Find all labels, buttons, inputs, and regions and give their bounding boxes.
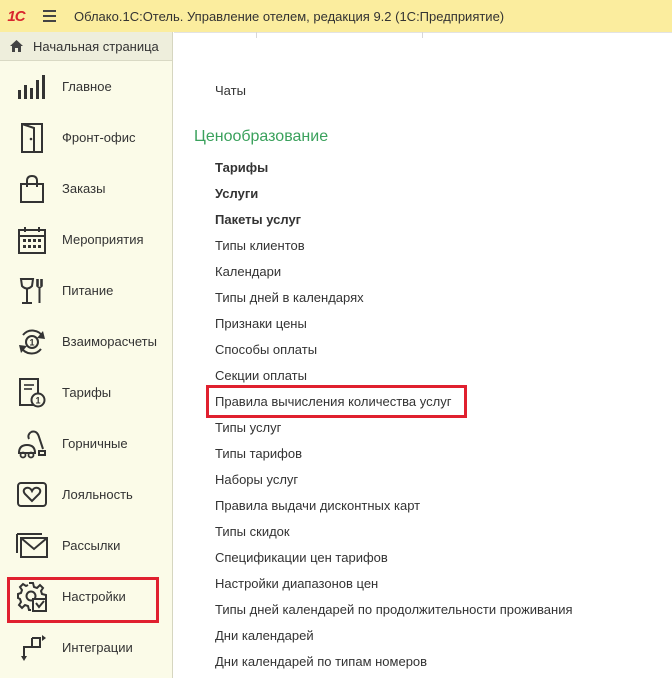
link-price-range-settings[interactable]: Настройки диапазонов цен xyxy=(215,575,573,601)
link-service-packages[interactable]: Пакеты услуг xyxy=(215,211,573,237)
sidebar-item-label: Мероприятия xyxy=(62,232,144,247)
tab-strip-divider xyxy=(174,32,672,38)
app-logo: 1С xyxy=(7,7,25,25)
sidebar-item-label: Тарифы xyxy=(62,385,112,400)
link-chats[interactable]: Чаты xyxy=(215,83,246,98)
title-bar: 1С Облако.1С:Отель. Управление отелем, р… xyxy=(0,0,672,32)
link-client-types[interactable]: Типы клиентов xyxy=(215,237,573,263)
section-title-pricing: Ценообразование xyxy=(194,128,329,145)
link-service-types[interactable]: Типы услуг xyxy=(215,419,573,445)
hamburger-menu-icon[interactable] xyxy=(38,0,60,32)
pricing-links: Тарифы Услуги Пакеты услуг Типы клиентов… xyxy=(206,159,573,679)
sidebar-item-tariffs[interactable]: 1 Тарифы xyxy=(0,367,172,418)
link-calendar-day-types[interactable]: Типы дней в календарях xyxy=(215,289,573,315)
link-tariff-types[interactable]: Типы тарифов xyxy=(215,445,573,471)
link-payment-methods[interactable]: Способы оплаты xyxy=(215,341,573,367)
bar-chart-icon xyxy=(16,71,48,103)
sidebar-item-front-office[interactable]: Фронт-офис xyxy=(0,112,172,163)
link-label: Правила вычисления количества услуг xyxy=(215,394,452,409)
sidebar-item-catering[interactable]: Питание xyxy=(0,265,172,316)
door-icon xyxy=(16,122,48,154)
link-services[interactable]: Услуги xyxy=(215,185,573,211)
link-service-sets[interactable]: Наборы услуг xyxy=(215,471,573,497)
link-discount-card-rules[interactable]: Правила выдачи дисконтных карт xyxy=(215,497,573,523)
link-tariff-price-specs[interactable]: Спецификации цен тарифов xyxy=(215,549,573,575)
calendar-icon xyxy=(16,224,48,256)
sidebar-item-label: Фронт-офис xyxy=(62,130,136,145)
link-calendar-day-types-by-stay[interactable]: Типы дней календарей по продолжительност… xyxy=(215,601,573,627)
window-title: Облако.1С:Отель. Управление отелем, реда… xyxy=(74,8,505,24)
sidebar-item-label: Взаиморасчеты xyxy=(62,334,157,349)
coin-cycle-icon: 1 xyxy=(16,326,48,358)
sidebar-item-label: Горничные xyxy=(62,436,128,451)
sidebar-item-label: Заказы xyxy=(62,181,106,196)
sidebar-item-loyalty[interactable]: Лояльность xyxy=(0,469,172,520)
sidebar-item-label: Питание xyxy=(62,283,114,298)
link-discount-types[interactable]: Типы скидок xyxy=(215,523,573,549)
sidebar-item-integrations[interactable]: Интеграции xyxy=(0,622,172,673)
glass-fork-icon xyxy=(16,275,48,307)
vacuum-cleaner-icon xyxy=(16,428,48,460)
heart-card-icon xyxy=(16,479,48,511)
svg-text:1: 1 xyxy=(35,395,40,405)
link-calendars[interactable]: Календари xyxy=(215,263,573,289)
sidebar-item-label: Рассылки xyxy=(62,538,121,553)
link-payment-sections[interactable]: Секции оплаты xyxy=(215,367,573,393)
link-tariffs[interactable]: Тарифы xyxy=(215,159,573,185)
link-calendar-days-by-room-type[interactable]: Дни календарей по типам номеров xyxy=(215,653,573,679)
tariff-coin-icon: 1 xyxy=(16,377,48,409)
link-price-attributes[interactable]: Признаки цены xyxy=(215,315,573,341)
sidebar-item-settings[interactable]: Настройки xyxy=(0,571,172,623)
integration-arrows-icon xyxy=(16,632,48,664)
sidebar-item-settlements[interactable]: 1 Взаиморасчеты xyxy=(0,316,172,367)
sidebar-item-label: Настройки xyxy=(62,589,126,604)
sidebar-item-events[interactable]: Мероприятия xyxy=(0,214,172,265)
sidebar-item-mailings[interactable]: Рассылки xyxy=(0,520,172,571)
svg-text:1: 1 xyxy=(29,337,34,347)
sidebar-item-label: Лояльность xyxy=(62,487,133,502)
gear-icon xyxy=(16,581,48,613)
sidebar-item-label: Интеграции xyxy=(62,640,133,655)
sidebar-item-orders[interactable]: Заказы xyxy=(0,163,172,214)
main-content: Чаты Ценообразование Тарифы Услуги Пакет… xyxy=(174,32,672,678)
home-icon xyxy=(10,40,23,52)
sidebar: Начальная страница Главное Фронт-офис За… xyxy=(0,32,173,678)
envelope-icon xyxy=(16,530,48,562)
sidebar-item-main[interactable]: Главное xyxy=(0,61,172,112)
link-service-quantity-rules[interactable]: Правила вычисления количества услуг xyxy=(206,385,573,419)
link-calendar-days[interactable]: Дни календарей xyxy=(215,627,573,653)
home-label: Начальная страница xyxy=(33,38,159,54)
sidebar-item-housekeeping[interactable]: Горничные xyxy=(0,418,172,469)
sidebar-item-label: Главное xyxy=(62,79,112,94)
sidebar-home[interactable]: Начальная страница xyxy=(0,32,172,61)
shopping-bag-icon xyxy=(16,173,48,205)
